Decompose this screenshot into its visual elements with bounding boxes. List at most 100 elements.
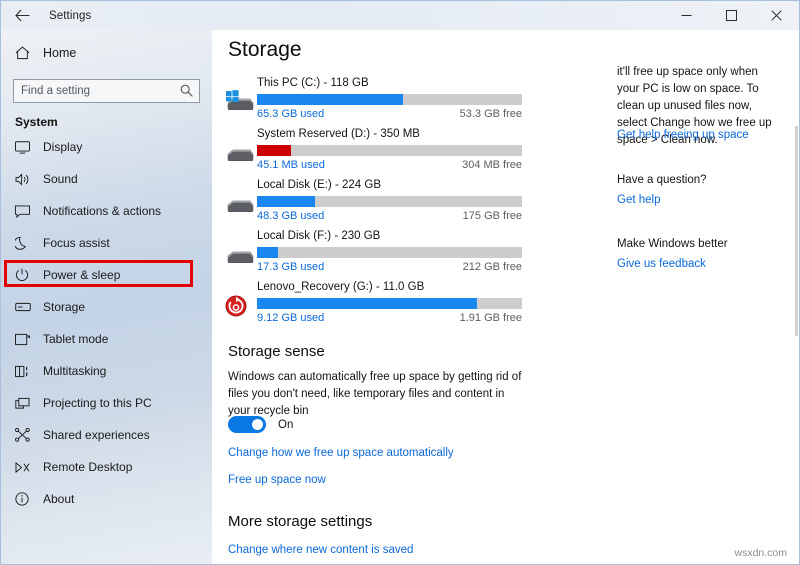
drive-usage-bar — [257, 145, 522, 156]
minimize-button[interactable] — [664, 1, 709, 30]
drive-usage-fill — [257, 298, 477, 309]
sidebar: Home System Display — [1, 30, 212, 564]
drive-used-label: 17.3 GB used — [257, 261, 325, 273]
have-a-question-header: Have a question? — [617, 174, 707, 186]
sidebar-item-focus-assist[interactable]: Focus assist — [1, 227, 212, 259]
drive-stats: 48.3 GB used 175 GB free — [257, 210, 522, 222]
maximize-button[interactable] — [709, 1, 754, 30]
drive-row[interactable]: Local Disk (E:) - 224 GB 48.3 GB used 17… — [212, 179, 532, 230]
remote-desktop-icon — [15, 461, 37, 474]
recovery-drive-icon — [224, 293, 254, 317]
link-change-free-space-auto[interactable]: Change how we free up space automaticall… — [228, 447, 454, 459]
back-button[interactable] — [1, 1, 43, 30]
drive-free-label: 212 GB free — [462, 261, 522, 273]
page-title: Storage — [228, 38, 302, 61]
drive-usage-fill — [257, 247, 279, 258]
window-title: Settings — [49, 9, 92, 22]
storage-sense-toggle-row[interactable]: On — [228, 416, 293, 433]
notification-icon — [15, 204, 37, 218]
content-scrollbar[interactable] — [794, 30, 799, 564]
make-windows-better-header: Make Windows better — [617, 238, 728, 250]
drive-usage-fill — [257, 94, 403, 105]
sidebar-item-projecting[interactable]: Projecting to this PC — [1, 387, 212, 419]
storage-sense-description: Windows can automatically free up space … — [228, 371, 522, 417]
sidebar-item-sound[interactable]: Sound — [1, 163, 212, 195]
sidebar-item-label: Storage — [43, 300, 86, 314]
link-free-up-space-now[interactable]: Free up space now — [228, 474, 326, 486]
settings-window: Settings Home Find a setting System Disp… — [0, 0, 800, 565]
drive-usage-bar — [257, 298, 522, 309]
sidebar-item-label: Home — [43, 46, 77, 60]
drive-used-label: 65.3 GB used — [257, 108, 325, 120]
drive-used-label: 9.12 GB used — [257, 312, 325, 324]
storage-icon — [15, 302, 37, 312]
drive-list: This PC (C:) - 118 GB 65.3 GB used 53.3 … — [212, 77, 532, 332]
drive-usage-fill — [257, 196, 316, 207]
sidebar-item-tablet-mode[interactable]: Tablet mode — [1, 323, 212, 355]
drive-free-label: 304 MB free — [462, 159, 522, 171]
drive-usage-fill — [257, 145, 292, 156]
drive-name: Lenovo_Recovery (G:) - 11.0 GB — [257, 281, 425, 293]
sidebar-item-label: Projecting to this PC — [43, 396, 152, 410]
sidebar-item-shared-experiences[interactable]: Shared experiences — [1, 419, 212, 451]
drive-row[interactable]: System Reserved (D:) - 350 MB 45.1 MB us… — [212, 128, 532, 179]
drive-icon — [224, 140, 254, 164]
drive-free-label: 1.91 GB free — [459, 312, 522, 324]
drive-stats: 9.12 GB used 1.91 GB free — [257, 312, 522, 324]
sidebar-item-remote-desktop[interactable]: Remote Desktop — [1, 451, 212, 483]
drive-name: Local Disk (F:) - 230 GB — [257, 230, 381, 242]
tablet-icon — [15, 333, 37, 346]
main-content: Storage This PC (C:) - 118 GB 65.3 GB us… — [212, 30, 799, 564]
drive-row[interactable]: Lenovo_Recovery (G:) - 11.0 GB 9.12 GB u… — [212, 281, 532, 332]
sidebar-item-display[interactable]: Display — [1, 131, 212, 163]
sidebar-item-multitasking[interactable]: Multitasking — [1, 355, 212, 387]
drive-usage-bar — [257, 247, 522, 258]
drive-icon — [224, 191, 254, 215]
drive-name: Local Disk (E:) - 224 GB — [257, 179, 381, 191]
more-storage-settings-title: More storage settings — [228, 513, 373, 530]
close-button[interactable] — [754, 1, 799, 30]
link-get-help[interactable]: Get help — [617, 194, 660, 206]
title-bar: Settings — [1, 1, 799, 30]
sidebar-item-notifications[interactable]: Notifications & actions — [1, 195, 212, 227]
sidebar-item-label: Sound — [43, 172, 78, 186]
drive-stats: 65.3 GB used 53.3 GB free — [257, 108, 522, 120]
sidebar-item-label: About — [43, 492, 75, 506]
drive-free-label: 53.3 GB free — [459, 108, 522, 120]
sidebar-section-header: System — [15, 115, 58, 129]
sidebar-item-storage[interactable]: Storage — [1, 291, 212, 323]
drive-usage-bar — [257, 196, 522, 207]
search-input[interactable] — [14, 80, 173, 102]
link-change-where-content-saved[interactable]: Change where new content is saved — [228, 544, 413, 556]
sidebar-item-home[interactable]: Home — [1, 36, 212, 70]
window-controls — [664, 1, 799, 30]
drive-stats: 17.3 GB used 212 GB free — [257, 261, 522, 273]
monitor-icon — [15, 140, 37, 154]
shared-icon — [15, 428, 37, 442]
sidebar-item-power-sleep[interactable]: Power & sleep — [1, 259, 212, 291]
drive-usage-bar — [257, 94, 522, 105]
drive-used-label: 45.1 MB used — [257, 159, 325, 171]
drive-name: This PC (C:) - 118 GB — [257, 77, 369, 89]
sidebar-item-label: Display — [43, 140, 83, 154]
speaker-icon — [15, 172, 37, 186]
sidebar-item-label: Tablet mode — [43, 332, 109, 346]
sidebar-item-about[interactable]: About — [1, 483, 212, 515]
drive-row[interactable]: This PC (C:) - 118 GB 65.3 GB used 53.3 … — [212, 77, 532, 128]
drive-row[interactable]: Local Disk (F:) - 230 GB 17.3 GB used 21… — [212, 230, 532, 281]
link-get-help-freeing-space[interactable]: Get help freeing up space — [617, 129, 749, 141]
search-box[interactable] — [13, 79, 200, 103]
storage-sense-toggle[interactable] — [228, 416, 266, 433]
sidebar-item-label: Focus assist — [43, 236, 110, 250]
sidebar-item-label: Multitasking — [43, 364, 107, 378]
drive-name: System Reserved (D:) - 350 MB — [257, 128, 420, 140]
power-icon — [15, 268, 37, 282]
search-icon[interactable] — [180, 84, 193, 102]
scrollbar-thumb[interactable] — [795, 126, 798, 336]
toggle-knob — [252, 419, 263, 430]
maximize-icon — [726, 10, 737, 21]
link-give-us-feedback[interactable]: Give us feedback — [617, 258, 706, 270]
multitasking-icon — [15, 365, 37, 378]
close-icon — [771, 10, 782, 21]
info-icon — [15, 492, 37, 506]
